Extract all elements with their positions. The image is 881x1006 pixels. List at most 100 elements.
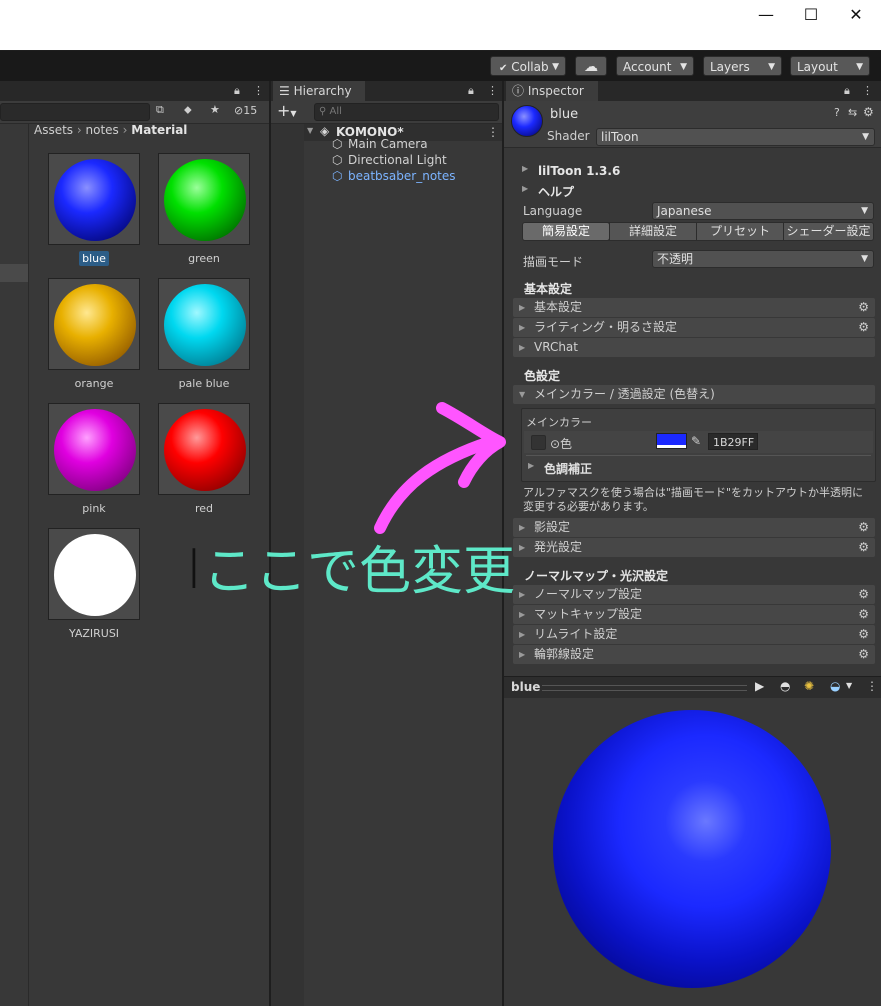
layers-dropdown[interactable]: Layers ▼ <box>703 56 782 76</box>
material-item-green[interactable]: green <box>158 153 250 265</box>
breadcrumb-material[interactable]: Material <box>131 123 187 137</box>
section-shadow[interactable]: ▶ 影設定 ⚙ <box>513 518 875 537</box>
lock-icon[interactable]: 🔒︎ <box>234 81 240 101</box>
folder-tree[interactable] <box>0 124 29 1006</box>
render-mode-dropdown[interactable]: 不透明 ▼ <box>652 250 874 268</box>
color-hex-field[interactable]: 1B29FF <box>708 433 758 450</box>
material-item-yazirusi[interactable]: YAZIRUSI <box>48 528 140 640</box>
cloud-button[interactable]: ☁ <box>575 56 607 76</box>
settings-tabs: 簡易設定 詳細設定 プリセット シェーダー設定 <box>522 222 874 241</box>
lock-icon[interactable]: 🔒︎ <box>844 81 850 101</box>
presets-sliders-icon[interactable]: ⇆ <box>848 106 857 119</box>
language-dropdown[interactable]: Japanese ▼ <box>652 202 874 220</box>
material-item-pale-blue[interactable]: pale blue <box>158 278 250 390</box>
lock-icon[interactable]: 🔒︎ <box>468 81 474 101</box>
kebab-menu-icon[interactable]: ⋮ <box>487 81 498 101</box>
folder-tree-selected-row[interactable] <box>0 264 28 282</box>
section-lighting-settings[interactable]: ▶ ライティング・明るさ設定 ⚙ <box>513 318 875 337</box>
tab-hierarchy[interactable]: ☰ Hierarchy <box>273 81 365 101</box>
tab-inspector[interactable]: ⓘ Inspector <box>506 81 598 101</box>
sphere-mesh-icon[interactable]: ◓ <box>780 679 790 693</box>
eyedropper-icon[interactable]: ✎ <box>691 434 701 448</box>
section-basic-settings[interactable]: ▶ 基本設定 ⚙ <box>513 298 875 317</box>
material-item-pink[interactable]: pink <box>48 403 140 515</box>
section-label: VRChat <box>534 340 578 354</box>
help-foldout[interactable]: ヘルプ <box>538 183 574 200</box>
gear-icon[interactable]: ⚙ <box>858 298 869 317</box>
section-main-color[interactable]: ▼ メインカラー / 透過設定 (色替え) <box>513 385 875 404</box>
gear-icon[interactable]: ⚙ <box>858 538 869 557</box>
gear-icon[interactable]: ⚙ <box>858 585 869 604</box>
kebab-menu-icon[interactable]: ⋮ <box>253 81 264 101</box>
tab-presets[interactable]: プリセット <box>697 223 783 240</box>
material-item-blue[interactable]: blue <box>48 153 140 266</box>
minimize-button[interactable]: — <box>743 0 789 30</box>
color-adjust-foldout[interactable]: 色調補正 <box>544 460 592 477</box>
color-texture-slot[interactable] <box>531 435 546 450</box>
gear-icon[interactable]: ⚙ <box>858 625 869 644</box>
light-icon[interactable]: ✺ <box>804 679 814 693</box>
gear-icon[interactable]: ⚙ <box>858 605 869 624</box>
maximize-button[interactable]: ☐ <box>788 0 834 30</box>
collab-button[interactable]: ✔ Collab ▼ <box>490 56 566 76</box>
section-matcap[interactable]: ▶ マットキャップ設定 ⚙ <box>513 605 875 624</box>
hierarchy-item-beatbsaber-notes[interactable]: ⬡ beatbsaber_notes <box>332 169 456 183</box>
favorite-star-icon[interactable]: ★ <box>210 103 220 116</box>
filter-by-type-icon[interactable]: ⧉ <box>156 103 164 117</box>
account-dropdown[interactable]: Account ▼ <box>616 56 694 76</box>
shader-dropdown[interactable]: lilToon ▼ <box>596 128 875 146</box>
tab-simple-settings[interactable]: 簡易設定 <box>523 223 609 240</box>
hidden-packages-toggle[interactable]: ⊘15 <box>234 104 257 117</box>
hierarchy-item-main-camera[interactable]: ⬡ Main Camera <box>332 137 428 151</box>
info-icon: ⓘ <box>512 84 525 98</box>
play-icon[interactable]: ▶ <box>755 679 764 693</box>
hierarchy-item-label: Main Camera <box>348 137 428 151</box>
expand-triangle-icon[interactable]: ▶ <box>528 461 534 470</box>
breadcrumb-notes[interactable]: notes <box>86 123 119 137</box>
gear-icon[interactable]: ⚙ <box>863 105 874 119</box>
project-search-input[interactable] <box>0 103 150 121</box>
material-item-red[interactable]: red <box>158 403 250 515</box>
project-tab-strip: 🔒︎ ⋮ <box>0 81 269 101</box>
gameobject-cube-icon: ⬡ <box>332 137 343 151</box>
hierarchy-item-directional-light[interactable]: ⬡ Directional Light <box>332 153 447 167</box>
tab-advanced-settings[interactable]: 詳細設定 <box>610 223 696 240</box>
material-thumbnail <box>158 278 250 370</box>
layout-dropdown[interactable]: Layout ▼ <box>790 56 870 76</box>
color-swatch[interactable] <box>656 433 687 449</box>
section-vrchat[interactable]: ▶ VRChat <box>513 338 875 357</box>
expand-triangle-icon[interactable]: ▶ <box>522 184 528 193</box>
section-normal-map[interactable]: ▶ ノーマルマップ設定 ⚙ <box>513 585 875 604</box>
preview-title: blue <box>511 680 541 694</box>
expand-triangle-icon[interactable]: ▶ <box>522 164 528 173</box>
close-button[interactable]: ✕ <box>833 0 879 30</box>
liltoon-version-foldout[interactable]: lilToon 1.3.6 <box>538 164 620 178</box>
window-title-bar: — ☐ ✕ <box>0 0 881 51</box>
gear-icon[interactable]: ⚙ <box>858 318 869 337</box>
kebab-menu-icon[interactable]: ⋮ <box>487 125 499 139</box>
breadcrumb-assets[interactable]: Assets <box>34 123 73 137</box>
chevron-down-icon[interactable]: ▼ <box>846 681 852 690</box>
create-add-button[interactable]: +▼ <box>277 101 297 124</box>
background-sphere-icon[interactable]: ◒ <box>830 679 840 693</box>
gear-icon[interactable]: ⚙ <box>858 645 869 664</box>
expand-triangle-icon[interactable]: ▼ <box>307 126 313 135</box>
gear-icon[interactable]: ⚙ <box>858 518 869 537</box>
kebab-menu-icon[interactable]: ⋮ <box>862 81 873 101</box>
section-rimlight[interactable]: ▶ リムライト設定 ⚙ <box>513 625 875 644</box>
material-preview-area[interactable] <box>504 698 881 1006</box>
tab-shader-settings[interactable]: シェーダー設定 <box>784 223 873 240</box>
tab-hierarchy-label: Hierarchy <box>293 84 352 98</box>
section-label: マットキャップ設定 <box>534 607 643 621</box>
material-item-orange[interactable]: orange <box>48 278 140 390</box>
preview-drag-handle[interactable] <box>542 685 747 691</box>
kebab-menu-icon[interactable]: ⋮ <box>866 679 878 693</box>
section-outline[interactable]: ▶ 輪郭線設定 ⚙ <box>513 645 875 664</box>
hierarchy-search-input[interactable]: ⚲ All <box>314 103 499 121</box>
filter-by-label-icon[interactable]: ⬥ <box>184 103 192 117</box>
expand-triangle-icon: ▶ <box>519 630 526 639</box>
section-emission[interactable]: ▶ 発光設定 ⚙ <box>513 538 875 557</box>
material-label: YAZIRUSI <box>68 627 120 640</box>
layout-label: Layout <box>797 60 838 74</box>
help-icon[interactable]: ? <box>834 106 840 119</box>
